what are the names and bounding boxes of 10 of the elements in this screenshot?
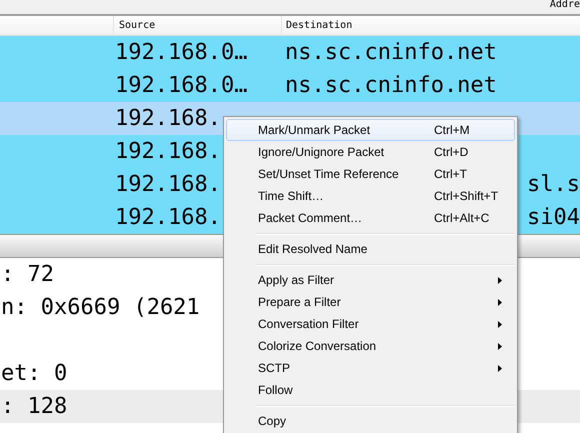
destination-cell: ns.sc.cninfo.net: [285, 40, 497, 65]
source-cell: 192.168.: [115, 106, 221, 131]
source-cell: 192.168.: [115, 139, 221, 164]
source-cell: 192.168.: [115, 205, 221, 230]
source-cell: 192.168.0…: [115, 40, 248, 65]
source-cell: 192.168.: [115, 172, 221, 197]
source-cell: 192.168.0…: [115, 73, 248, 98]
destination-cell: ns.sc.cninfo.net: [285, 73, 497, 98]
destination-cell: sl.s: [527, 172, 580, 197]
destination-cell: si04: [527, 205, 580, 230]
